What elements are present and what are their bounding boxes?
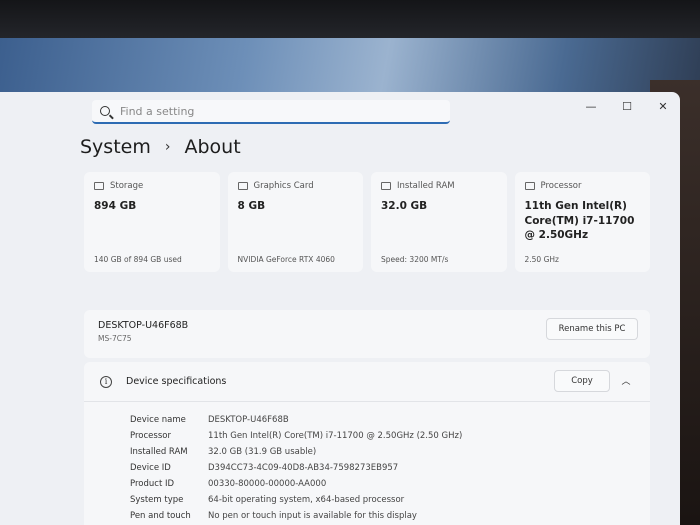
card-footer: 2.50 GHz [524, 255, 559, 264]
close-button[interactable]: ✕ [656, 100, 670, 113]
device-name-row: DESKTOP-U46F68B MS-7C75 Rename this PC [84, 310, 650, 358]
spec-row: Device ID D394CC73-4C09-40D8-AB34-759827… [130, 460, 462, 476]
ram-card[interactable]: Installed RAM 32.0 GB Speed: 3200 MT/s [371, 172, 507, 272]
spec-row: System type 64-bit operating system, x64… [130, 492, 462, 508]
card-footer: 140 GB of 894 GB used [94, 255, 182, 264]
storage-card[interactable]: Storage 894 GB 140 GB of 894 GB used [84, 172, 220, 272]
spec-label: Processor [130, 431, 171, 441]
card-value: 8 GB [237, 200, 266, 212]
spec-row: Product ID 00330-80000-00000-AA000 [130, 476, 462, 492]
device-specifications-panel: i Device specifications Copy ︿ Device na… [84, 362, 650, 525]
spec-label: Product ID [130, 479, 175, 489]
card-value: 11th Gen Intel(R) Core(TM) i7-11700 @ 2.… [524, 200, 635, 242]
spec-row: Installed RAM 32.0 GB (31.9 GB usable) [130, 444, 462, 460]
spec-label: Installed RAM [130, 447, 188, 457]
page-title: About [184, 136, 241, 158]
graphics-card-icon [237, 182, 248, 190]
search-icon [100, 106, 110, 116]
search-box[interactable] [92, 100, 450, 124]
card-label: Installed RAM [397, 181, 455, 191]
card-footer: Speed: 3200 MT/s [381, 255, 449, 264]
spec-value: DESKTOP-U46F68B [208, 415, 289, 425]
card-value: 32.0 GB [381, 200, 428, 212]
maximize-button[interactable]: ☐ [620, 100, 634, 113]
processor-icon [524, 182, 535, 190]
window-controls: — ☐ ✕ [584, 100, 670, 113]
card-label: Storage [110, 181, 144, 191]
settings-window: — ☐ ✕ System › About Storage 894 GB 140 … [0, 92, 680, 525]
chevron-right-icon: › [164, 139, 171, 155]
processor-card[interactable]: Processor 11th Gen Intel(R) Core(TM) i7-… [514, 172, 650, 272]
spec-row: Pen and touch No pen or touch input is a… [130, 508, 462, 524]
card-footer: NVIDIA GeForce RTX 4060 [237, 255, 335, 264]
spec-row: Device name DESKTOP-U46F68B [130, 412, 462, 428]
info-icon: i [100, 375, 112, 388]
spec-label: System type [130, 495, 184, 505]
spec-value: D394CC73-4C09-40D8-AB34-7598273EB957 [208, 463, 399, 473]
spec-value: 64-bit operating system, x64-based proce… [208, 495, 405, 505]
specs-table: Device name DESKTOP-U46F68B Processor 11… [130, 412, 462, 524]
spec-label: Device ID [130, 463, 171, 473]
copy-button[interactable]: Copy [554, 370, 610, 392]
spec-label: Pen and touch [130, 511, 191, 521]
storage-icon [94, 182, 104, 190]
chevron-up-icon[interactable]: ︿ [620, 374, 632, 387]
spec-value: 11th Gen Intel(R) Core(TM) i7-11700 @ 2.… [208, 431, 463, 441]
spec-value: 32.0 GB (31.9 GB usable) [208, 447, 317, 457]
card-value: 894 GB [94, 200, 137, 212]
search-input[interactable] [120, 104, 420, 118]
minimize-button[interactable]: — [584, 100, 598, 113]
specs-title: Device specifications [126, 376, 227, 387]
memory-icon [381, 182, 391, 190]
card-label: Processor [540, 181, 582, 191]
spec-row: Processor 11th Gen Intel(R) Core(TM) i7-… [130, 428, 462, 444]
breadcrumb: System › About [80, 136, 241, 158]
spec-value: No pen or touch input is available for t… [208, 511, 417, 521]
card-label: Graphics Card [253, 181, 314, 191]
monitor-bezel [0, 0, 700, 40]
breadcrumb-system[interactable]: System [80, 136, 151, 158]
summary-cards: Storage 894 GB 140 GB of 894 GB used Gra… [84, 172, 650, 272]
rename-pc-button[interactable]: Rename this PC [546, 318, 638, 340]
spec-label: Device name [130, 415, 186, 425]
graphics-card[interactable]: Graphics Card 8 GB NVIDIA GeForce RTX 40… [227, 172, 363, 272]
desktop-wallpaper [0, 38, 700, 98]
spec-value: 00330-80000-00000-AA000 [208, 479, 327, 489]
